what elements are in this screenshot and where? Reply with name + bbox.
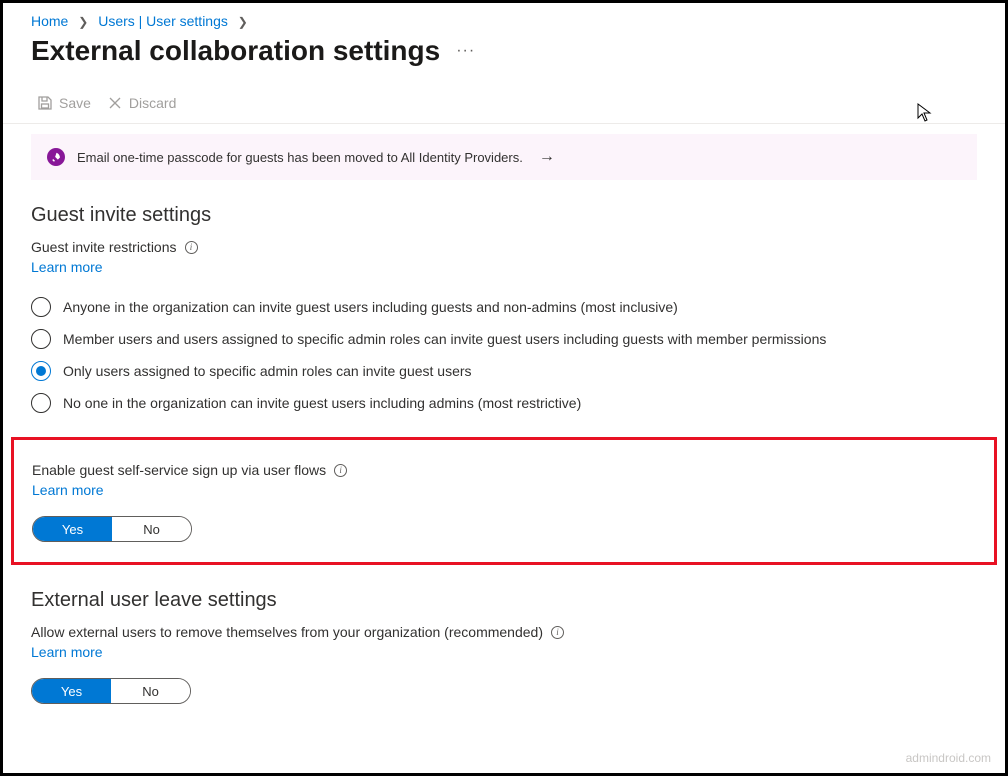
breadcrumb-home[interactable]: Home <box>31 13 68 29</box>
discard-label: Discard <box>129 95 176 111</box>
external-leave-toggle[interactable]: Yes No <box>31 678 191 704</box>
radio-label: Anyone in the organization can invite gu… <box>63 299 678 315</box>
save-label: Save <box>59 95 91 111</box>
save-button[interactable]: Save <box>37 95 91 111</box>
toggle-no[interactable]: No <box>112 517 191 541</box>
radio-option-2[interactable]: Only users assigned to specific admin ro… <box>31 355 977 387</box>
section-title-guest-invite: Guest invite settings <box>31 204 977 227</box>
radio-label: No one in the organization can invite gu… <box>63 395 581 411</box>
section-title-external-leave: External user leave settings <box>31 589 977 612</box>
info-icon[interactable]: i <box>334 464 347 477</box>
external-leave-label: Allow external users to remove themselve… <box>31 624 543 640</box>
info-icon[interactable]: i <box>551 626 564 639</box>
breadcrumb: Home ❯ Users | User settings ❯ <box>3 3 1005 35</box>
learn-more-link[interactable]: Learn more <box>31 259 103 275</box>
page-title: External collaboration settings <box>31 35 440 67</box>
toggle-no[interactable]: No <box>111 679 190 703</box>
discard-button[interactable]: Discard <box>107 95 176 111</box>
guest-invite-restrictions-label: Guest invite restrictions <box>31 239 177 255</box>
chevron-right-icon: ❯ <box>78 15 88 29</box>
radio-label: Only users assigned to specific admin ro… <box>63 363 472 379</box>
info-banner: Email one-time passcode for guests has b… <box>31 134 977 180</box>
radio-option-3[interactable]: No one in the organization can invite gu… <box>31 387 977 419</box>
self-service-toggle[interactable]: Yes No <box>32 516 192 542</box>
learn-more-link[interactable]: Learn more <box>31 644 103 660</box>
learn-more-link[interactable]: Learn more <box>32 482 104 498</box>
radio-option-1[interactable]: Member users and users assigned to speci… <box>31 323 977 355</box>
highlight-box-self-service: Enable guest self-service sign up via us… <box>11 437 997 565</box>
toggle-yes[interactable]: Yes <box>33 517 112 541</box>
chevron-right-icon: ❯ <box>238 15 248 29</box>
radio-icon <box>31 393 51 413</box>
radio-icon <box>31 297 51 317</box>
radio-label: Member users and users assigned to speci… <box>63 331 826 347</box>
save-icon <box>37 95 53 111</box>
toggle-yes[interactable]: Yes <box>32 679 111 703</box>
arrow-right-icon[interactable]: → <box>539 148 555 166</box>
radio-icon <box>31 361 51 381</box>
breadcrumb-users[interactable]: Users | User settings <box>98 13 228 29</box>
watermark: admindroid.com <box>906 751 991 765</box>
info-icon[interactable]: i <box>185 241 198 254</box>
guest-invite-radio-group: Anyone in the organization can invite gu… <box>31 291 977 419</box>
self-service-label: Enable guest self-service sign up via us… <box>32 462 326 478</box>
rocket-icon <box>47 148 65 166</box>
radio-option-0[interactable]: Anyone in the organization can invite gu… <box>31 291 977 323</box>
more-button[interactable]: ··· <box>456 42 475 60</box>
toolbar: Save Discard <box>3 85 1005 124</box>
banner-text: Email one-time passcode for guests has b… <box>77 150 523 165</box>
close-icon <box>107 95 123 111</box>
radio-icon <box>31 329 51 349</box>
